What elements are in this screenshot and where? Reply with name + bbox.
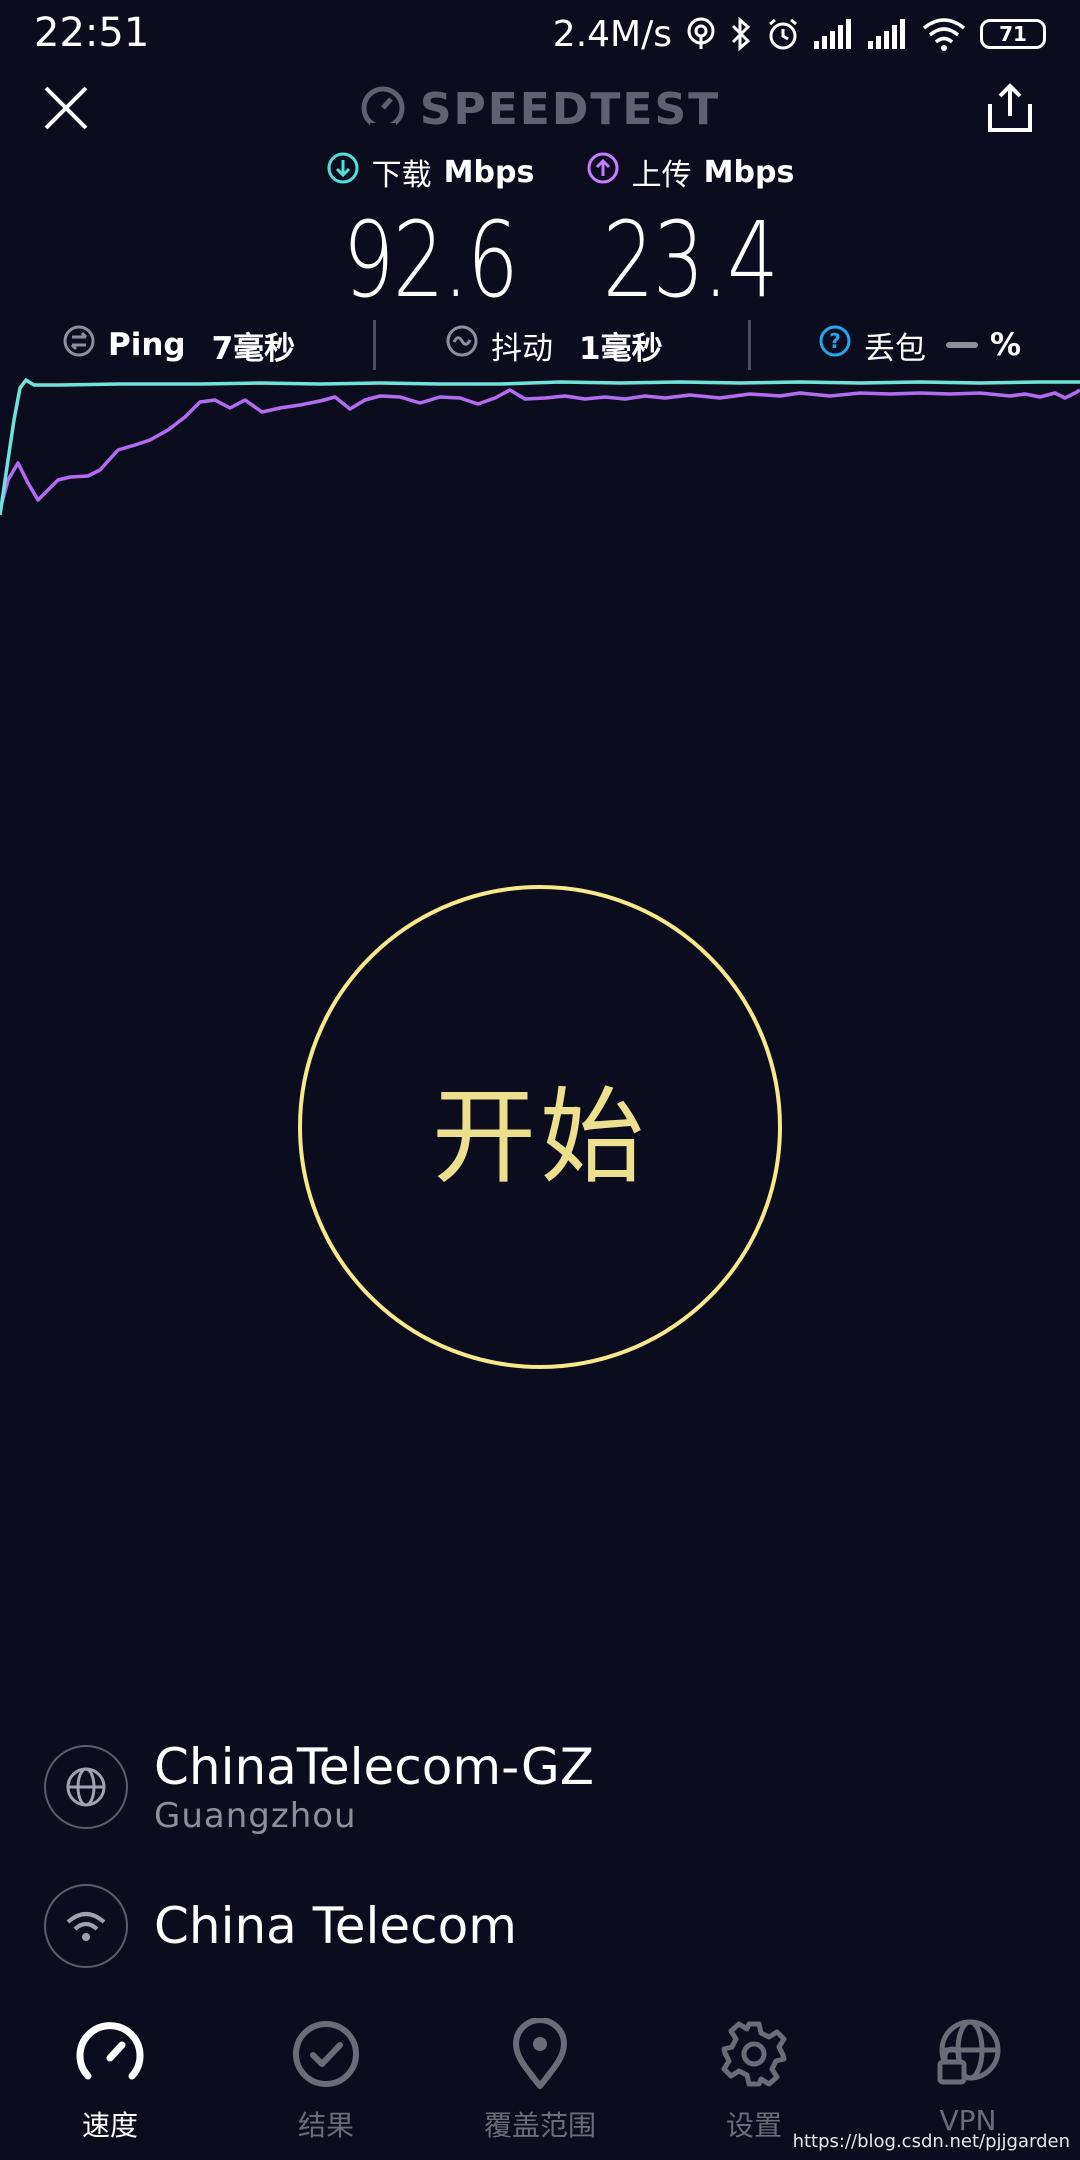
status-time: 22:51 — [34, 10, 150, 56]
brand-title: SPEEDTEST — [419, 84, 721, 135]
nav-item-vpn[interactable]: VPN — [878, 2010, 1058, 2137]
nav-label-coverage: 覆盖范围 — [483, 2109, 596, 2142]
server-name: ChinaTelecom-GZ — [154, 1738, 594, 1796]
upload-unit: Mbps — [703, 154, 795, 190]
wifi-icon — [44, 1884, 128, 1968]
download-label: 下载 — [371, 158, 432, 193]
download-arrow-icon — [326, 151, 360, 193]
share-button[interactable] — [984, 82, 1036, 134]
upload-value: 23.4 — [602, 199, 779, 321]
nav-label-settings: 设置 — [725, 2109, 782, 2142]
start-button[interactable]: 开始 — [298, 885, 782, 1369]
server-location: Guangzhou — [154, 1796, 357, 1836]
nav-item-speed[interactable]: 速度 — [20, 2010, 200, 2144]
download-value: 92.6 — [342, 199, 519, 321]
download-panel: 下载 Mbps 92.6 — [300, 150, 560, 320]
speedometer-icon — [74, 2010, 146, 2098]
signal-icon — [814, 19, 854, 49]
signal-icon — [868, 19, 908, 49]
share-icon — [984, 83, 1036, 138]
packet-loss-dash — [946, 342, 978, 348]
upload-graph-line — [0, 388, 1080, 511]
speedtest-logo: SPEEDTEST — [0, 84, 1080, 135]
status-icons: 2.4M/s 71 — [553, 10, 1046, 58]
globe-icon — [44, 1745, 128, 1829]
hotspot-icon — [686, 17, 716, 51]
watermark: https://blog.csdn.net/pjjgarden — [792, 2131, 1070, 2152]
ping-label: Ping — [108, 327, 186, 363]
download-graph-line — [0, 378, 1080, 516]
vpn-globe-lock-icon — [932, 2010, 1004, 2098]
alarm-icon — [766, 17, 800, 51]
download-unit: Mbps — [443, 154, 535, 190]
upload-panel: 上传 Mbps 23.4 — [560, 150, 820, 320]
start-button-label: 开始 — [431, 1075, 648, 1198]
check-circle-icon — [291, 2010, 361, 2098]
provider-name: China Telecom — [154, 1897, 517, 1955]
provider-row: China Telecom — [44, 1884, 1024, 1968]
gear-icon — [719, 2010, 789, 2098]
upload-arrow-icon — [586, 151, 620, 193]
network-speed: 2.4M/s — [552, 13, 672, 55]
map-pin-icon — [510, 2010, 570, 2098]
nav-item-coverage[interactable]: 覆盖范围 — [450, 2010, 630, 2144]
battery-icon: 71 — [980, 19, 1046, 49]
speed-graph — [0, 360, 1080, 530]
nav-label-speed: 速度 — [81, 2109, 138, 2142]
bluetooth-icon — [730, 17, 752, 51]
wifi-icon — [922, 17, 966, 51]
nav-item-results[interactable]: 结果 — [236, 2010, 416, 2144]
upload-label: 上传 — [631, 158, 692, 193]
packet-loss-value: % — [990, 327, 1022, 363]
server-row[interactable]: ChinaTelecom-GZ Guangzhou — [44, 1738, 1024, 1836]
nav-item-settings[interactable]: 设置 — [664, 2010, 844, 2144]
nav-label-results: 结果 — [297, 2109, 354, 2142]
svg-text:?: ? — [829, 329, 841, 353]
speedometer-logo-icon — [360, 85, 406, 135]
